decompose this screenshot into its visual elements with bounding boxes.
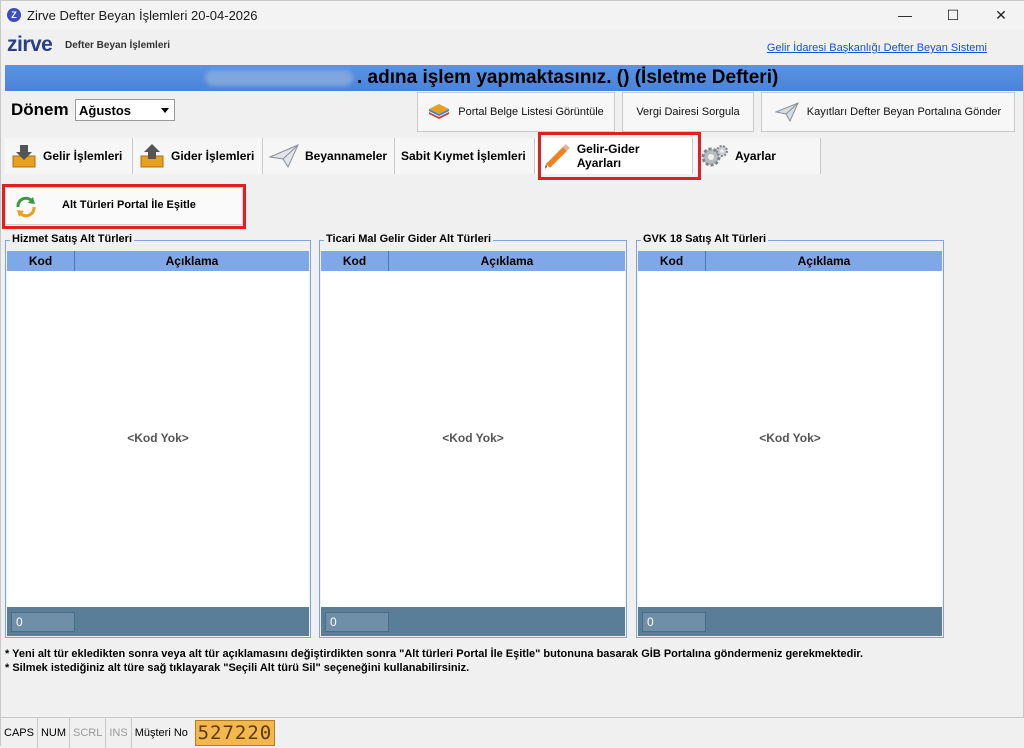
status-bar: CAPS NUM SCRL INS Müşteri No 527220 <box>1 717 1024 748</box>
panel-title: GVK 18 Satış Alt Türleri <box>641 233 769 245</box>
column-aciklama[interactable]: Açıklama <box>389 251 625 271</box>
row-count: 0 <box>325 612 389 632</box>
portal-belge-button[interactable]: Portal Belge Listesi Görüntüle <box>417 92 615 132</box>
grid-footer: 0 <box>638 607 942 636</box>
customer-no-label: Müşteri No <box>134 726 188 739</box>
scrl-indicator: SCRL <box>70 717 107 748</box>
maximize-button[interactable]: ☐ <box>929 1 977 29</box>
vergi-dairesi-button[interactable]: Vergi Dairesi Sorgula <box>622 92 754 132</box>
panel-hizmet-satis: Hizmet Satış Alt Türleri Kod Açıklama <K… <box>5 233 311 638</box>
redacted-name <box>205 70 353 86</box>
grid-header: Kod Açıklama <box>7 251 309 271</box>
tab-gider-islemleri[interactable]: Gider İşlemleri <box>133 138 263 174</box>
panel-ticari-mal: Ticari Mal Gelir Gider Alt Türleri Kod A… <box>319 233 627 638</box>
grid-footer: 0 <box>7 607 309 636</box>
empty-message: <Kod Yok> <box>127 431 189 445</box>
gib-portal-link[interactable]: Gelir İdaresi Başkanlığı Defter Beyan Si… <box>767 42 987 54</box>
tab-label: Gelir İşlemleri <box>43 149 123 163</box>
brand-row: zirve Defter Beyan İşlemleri Gelir İdare… <box>1 29 1024 65</box>
note-line: * Silmek istediğiniz alt türe sağ tıklay… <box>5 662 470 674</box>
app-subtitle: Defter Beyan İşlemleri <box>65 40 171 51</box>
taxpayer-banner: . adına işlem yapmaktasınız. () (İsletme… <box>5 65 1023 91</box>
tab-gelir-islemleri[interactable]: Gelir İşlemleri <box>5 138 133 174</box>
tab-label: Beyannameler <box>305 149 388 163</box>
zirve-logo: zirve <box>7 33 53 56</box>
column-aciklama[interactable]: Açıklama <box>75 251 309 271</box>
app-window: Z Zirve Defter Beyan İşlemleri 20-04-202… <box>0 0 1024 748</box>
inbox-down-icon <box>12 145 36 168</box>
portal-belge-label: Portal Belge Listesi Görüntüle <box>458 106 604 118</box>
app-icon: Z <box>7 8 21 22</box>
tab-beyannameler[interactable]: Beyannameler <box>263 138 395 174</box>
send-records-button[interactable]: Kayıtları Defter Beyan Portalına Gönder <box>761 92 1015 132</box>
period-select[interactable]: Ağustos <box>75 99 175 121</box>
panel-title: Hizmet Satış Alt Türleri <box>10 233 135 245</box>
inbox-up-icon <box>140 144 164 168</box>
panel-title: Ticari Mal Gelir Gider Alt Türleri <box>324 233 494 245</box>
tab-label: Ayarlar <box>735 149 776 163</box>
panel-gvk18-satis: GVK 18 Satış Alt Türleri Kod Açıklama <K… <box>636 233 944 638</box>
grid-header: Kod Açıklama <box>638 251 942 271</box>
tab-sabit-kiymet[interactable]: Sabit Kıymet İşlemleri <box>395 138 535 174</box>
active-tab-highlight <box>538 132 701 180</box>
close-button[interactable]: ✕ <box>977 1 1024 29</box>
column-kod[interactable]: Kod <box>321 251 389 271</box>
send-records-label: Kayıtları Defter Beyan Portalına Gönder <box>806 106 1002 118</box>
caps-indicator: CAPS <box>1 717 38 748</box>
column-kod[interactable]: Kod <box>7 251 75 271</box>
note-line: * Yeni alt tür ekledikten sonra veya alt… <box>5 648 864 660</box>
num-indicator: NUM <box>38 717 71 748</box>
empty-message: <Kod Yok> <box>759 431 821 445</box>
grid-body[interactable]: <Kod Yok> <box>7 271 309 607</box>
column-aciklama[interactable]: Açıklama <box>706 251 942 271</box>
paper-plane-icon <box>774 102 799 122</box>
grid-header: Kod Açıklama <box>321 251 625 271</box>
window-controls: — ☐ ✕ <box>881 1 1024 29</box>
chevron-down-icon <box>161 108 169 113</box>
tab-label: Gider İşlemleri <box>171 149 255 163</box>
row-count: 0 <box>11 612 75 632</box>
layers-icon <box>429 104 450 119</box>
notes: * Yeni alt tür ekledikten sonra veya alt… <box>5 647 863 675</box>
tab-ayarlar[interactable]: Ayarlar <box>693 138 821 174</box>
paper-plane-icon <box>269 144 299 169</box>
minimize-button[interactable]: — <box>881 1 929 29</box>
column-kod[interactable]: Kod <box>638 251 706 271</box>
window-title: Zirve Defter Beyan İşlemleri 20-04-2026 <box>27 7 258 23</box>
title-bar: Z Zirve Defter Beyan İşlemleri 20-04-202… <box>1 1 1024 29</box>
empty-message: <Kod Yok> <box>442 431 504 445</box>
ins-indicator: INS <box>106 717 132 748</box>
banner-text: . adına işlem yapmaktasınız. () (İsletme… <box>357 67 779 88</box>
gear-icon <box>701 145 728 167</box>
grid-body[interactable]: <Kod Yok> <box>321 271 625 607</box>
grid-footer: 0 <box>321 607 625 636</box>
sync-button-highlight <box>2 184 246 229</box>
grid-body[interactable]: <Kod Yok> <box>638 271 942 607</box>
customer-no-display: 527220 <box>194 719 275 746</box>
period-label: Dönem <box>11 100 69 119</box>
tab-label: Sabit Kıymet İşlemleri <box>401 149 526 163</box>
row-count: 0 <box>642 612 706 632</box>
period-value: Ağustos <box>79 102 131 118</box>
vergi-dairesi-label: Vergi Dairesi Sorgula <box>636 106 740 118</box>
